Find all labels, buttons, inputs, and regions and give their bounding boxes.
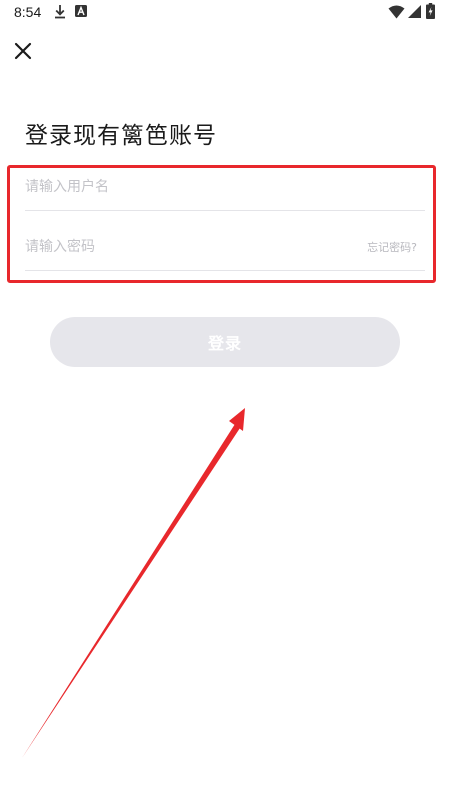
close-button[interactable]	[10, 38, 36, 64]
status-bar: 8:54	[0, 0, 450, 26]
wifi-icon	[388, 5, 405, 19]
close-icon	[14, 42, 32, 60]
forgot-password-link[interactable]: 忘记密码?	[367, 239, 417, 255]
signal-icon	[408, 5, 421, 18]
login-button[interactable]: 登录	[50, 317, 400, 367]
password-field-row: 忘记密码?	[25, 224, 425, 271]
a-notification-icon	[75, 5, 87, 17]
password-input[interactable]	[25, 224, 425, 270]
download-icon	[55, 5, 65, 19]
username-field-row	[25, 164, 425, 211]
status-time: 8:54	[14, 4, 42, 20]
battery-icon	[426, 3, 435, 19]
page-title: 登录现有篱笆账号	[25, 123, 217, 149]
annotation-arrow-head	[229, 408, 245, 431]
username-input[interactable]	[25, 164, 425, 210]
annotation-arrow-shaft	[22, 424, 240, 758]
